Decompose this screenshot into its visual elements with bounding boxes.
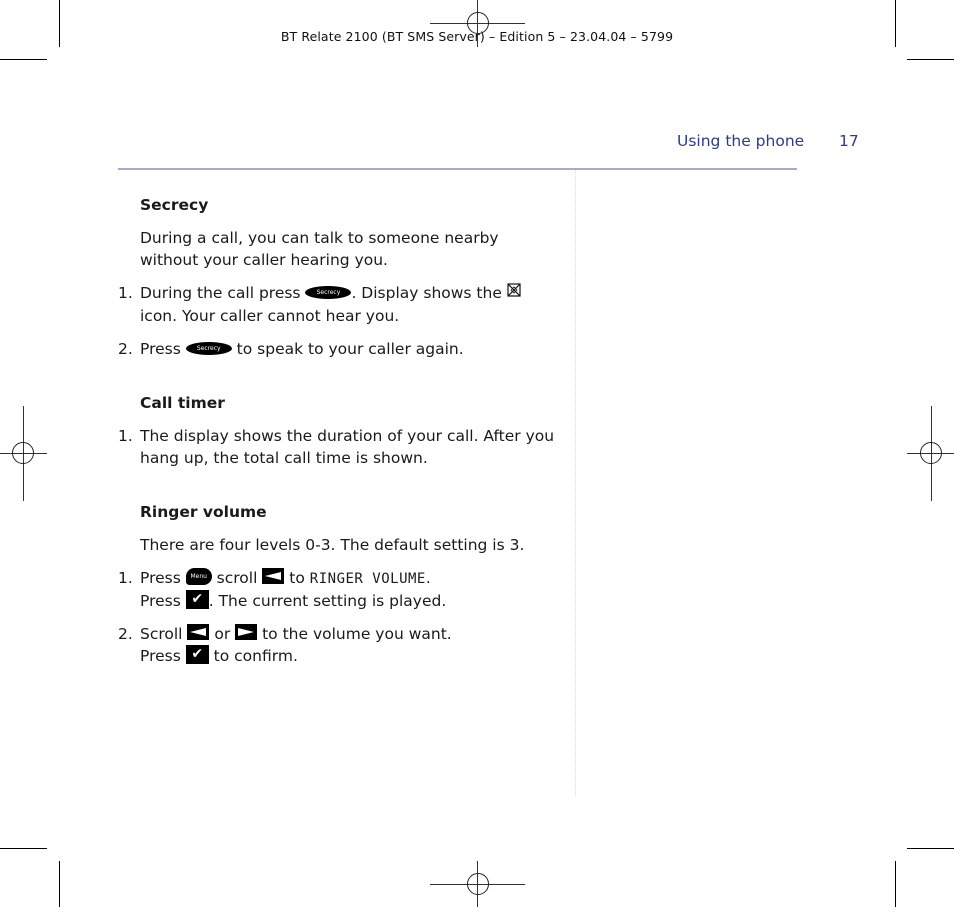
list-number: 2.: [118, 339, 133, 358]
main-content: Secrecy During a call, you can talk to s…: [118, 194, 558, 667]
scroll-right-icon: [235, 624, 258, 640]
secrecy-intro: During a call, you can talk to someone n…: [140, 229, 499, 269]
step-text: to speak to your caller again.: [236, 339, 464, 358]
step-text: .: [425, 568, 431, 587]
step-text: to the volume you want.: [262, 624, 452, 643]
list-item: 2. Press Secrecy to speak to your caller…: [118, 338, 558, 360]
section-heading-call-timer: Call timer: [140, 393, 225, 412]
list-item: 1. Press Menu scroll to RINGER VOLUME. P…: [118, 567, 558, 612]
scroll-left-icon: [262, 568, 285, 584]
ringer-volume-intro: There are four levels 0-3. The default s…: [140, 535, 525, 554]
secrecy-button-icon: Secrecy: [185, 341, 232, 355]
ok-check-icon: ✔: [185, 589, 209, 609]
list-item: 1. The display shows the duration of you…: [118, 425, 558, 469]
section-name: Using the phone: [677, 132, 805, 150]
crop-mark-bottom-left-v: [59, 861, 60, 907]
crop-mark-top-left-h: [0, 59, 47, 60]
step-text: Press: [140, 646, 181, 665]
step-text: During the call press: [140, 284, 301, 302]
step-text: Press: [140, 568, 181, 587]
step-text: Scroll: [140, 624, 183, 643]
scroll-left-icon: [187, 624, 210, 640]
step-text: to confirm.: [213, 646, 298, 665]
list-number: 1.: [118, 426, 133, 445]
display-text: RINGER VOLUME: [309, 570, 426, 587]
step-text: or: [214, 624, 231, 643]
step-text: The display shows the duration of your c…: [140, 426, 555, 467]
column-divider: [575, 170, 576, 795]
secrecy-mute-icon: [507, 281, 521, 303]
step-text: scroll: [216, 568, 258, 587]
page-number: 17: [839, 132, 859, 150]
section-heading-ringer-volume: Ringer volume: [140, 502, 267, 521]
ok-check-icon: ✔: [185, 644, 209, 664]
list-number: 1.: [118, 568, 133, 587]
crop-mark-bottom-right-h: [907, 848, 954, 849]
section-heading-secrecy: Secrecy: [140, 196, 209, 214]
crop-mark-bottom-left-h: [0, 848, 47, 849]
list-item: 2. Scroll or to the volume you want. Pre…: [118, 623, 558, 667]
crop-mark-top-right-h: [907, 59, 954, 60]
step-text: to: [289, 568, 305, 587]
step-text: Press: [140, 591, 181, 610]
secrecy-button-icon: Secrecy: [305, 286, 352, 299]
print-slug: BT Relate 2100 (BT SMS Server) – Edition…: [280, 29, 674, 44]
menu-button-icon: Menu: [185, 567, 212, 585]
step-text: icon. Your caller cannot hear you.: [140, 306, 400, 325]
crop-mark-bottom-right-v: [895, 861, 896, 907]
step-text: Press: [140, 339, 181, 358]
step-text: . The current setting is played.: [208, 591, 447, 610]
step-text: . Display shows the: [351, 284, 502, 302]
header-rule: [118, 168, 797, 170]
list-item: 1. During the call press Secrecy. Displa…: [118, 282, 558, 327]
list-number: 1.: [118, 284, 133, 302]
list-number: 2.: [118, 624, 133, 643]
